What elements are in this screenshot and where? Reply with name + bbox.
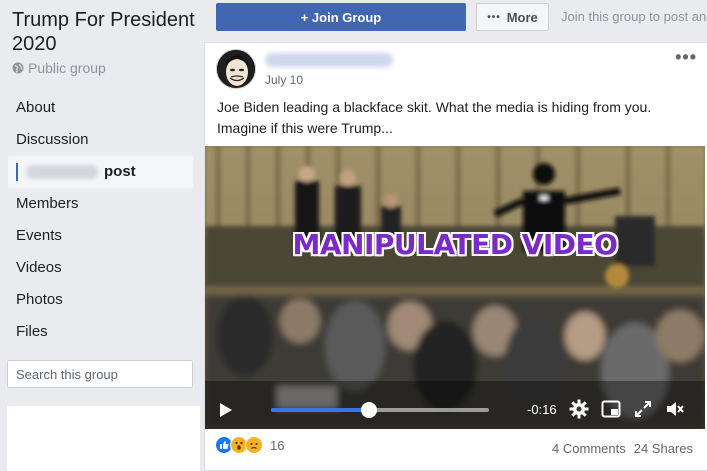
post-date[interactable]: July 10 xyxy=(265,73,303,87)
more-dots-icon: ••• xyxy=(487,11,501,23)
search-input[interactable] xyxy=(16,366,192,382)
picture-in-picture-icon[interactable] xyxy=(601,399,621,419)
fullscreen-icon[interactable] xyxy=(633,399,653,419)
reactions-summary[interactable]: 16 xyxy=(215,436,284,454)
nav-item-post[interactable]: post xyxy=(8,156,193,188)
group-search xyxy=(7,360,193,388)
avatar[interactable] xyxy=(216,49,256,89)
nav-item-videos[interactable]: Videos xyxy=(8,252,193,284)
video-progress-fill xyxy=(271,408,370,412)
post-card: July 10 ••• Joe Biden leading a blackfac… xyxy=(204,42,707,471)
video-player[interactable]: MANIPULATED VIDEO -0:16 xyxy=(205,146,705,429)
nav-item-members[interactable]: Members xyxy=(8,188,193,220)
time-remaining: -0:16 xyxy=(527,402,557,417)
mute-icon[interactable] xyxy=(665,399,685,419)
post-stats: 4 Comments 24 Shares xyxy=(552,441,693,456)
join-group-button[interactable]: + Join Group xyxy=(216,3,466,31)
video-frame xyxy=(205,146,705,429)
join-hint: Join this group to post and xyxy=(561,9,707,24)
globe-icon xyxy=(12,62,24,74)
group-title[interactable]: Trump For President 2020 xyxy=(12,8,200,56)
nav-item-about[interactable]: About xyxy=(8,92,193,124)
sad-reaction-icon xyxy=(245,436,263,454)
nav-item-files[interactable]: Files xyxy=(8,316,193,348)
shares-count-link[interactable]: 24 Shares xyxy=(634,441,693,456)
nav-item-discussion[interactable]: Discussion xyxy=(8,124,193,156)
post-text: Joe Biden leading a blackface skit. What… xyxy=(217,99,652,136)
redacted-name xyxy=(26,165,98,179)
nav-item-events[interactable]: Events xyxy=(8,220,193,252)
mask-avatar-icon xyxy=(217,50,255,88)
reaction-count: 16 xyxy=(270,437,285,453)
post-options-icon[interactable]: ••• xyxy=(675,47,697,68)
settings-gear-icon[interactable] xyxy=(569,399,589,419)
group-nav: About Discussion post Members Events Vid… xyxy=(8,92,193,348)
privacy-row: Public group xyxy=(12,60,106,76)
comments-count-link[interactable]: 4 Comments xyxy=(552,441,626,456)
video-progress-bar[interactable] xyxy=(271,402,489,418)
nav-item-photos[interactable]: Photos xyxy=(8,284,193,316)
nav-item-post-label: post xyxy=(104,163,136,180)
play-icon[interactable] xyxy=(219,402,233,418)
group-sidebar: Trump For President 2020 Public group Ab… xyxy=(0,0,203,471)
sidebar-card xyxy=(7,406,200,471)
video-scrubber-handle[interactable] xyxy=(361,402,378,418)
redacted-author-name[interactable] xyxy=(265,53,393,67)
manipulated-video-label: MANIPULATED VIDEO xyxy=(292,228,618,261)
more-button[interactable]: ••• More xyxy=(476,3,549,31)
video-controls: -0:16 xyxy=(205,389,705,429)
privacy-label: Public group xyxy=(28,60,106,76)
more-label: More xyxy=(506,9,538,25)
